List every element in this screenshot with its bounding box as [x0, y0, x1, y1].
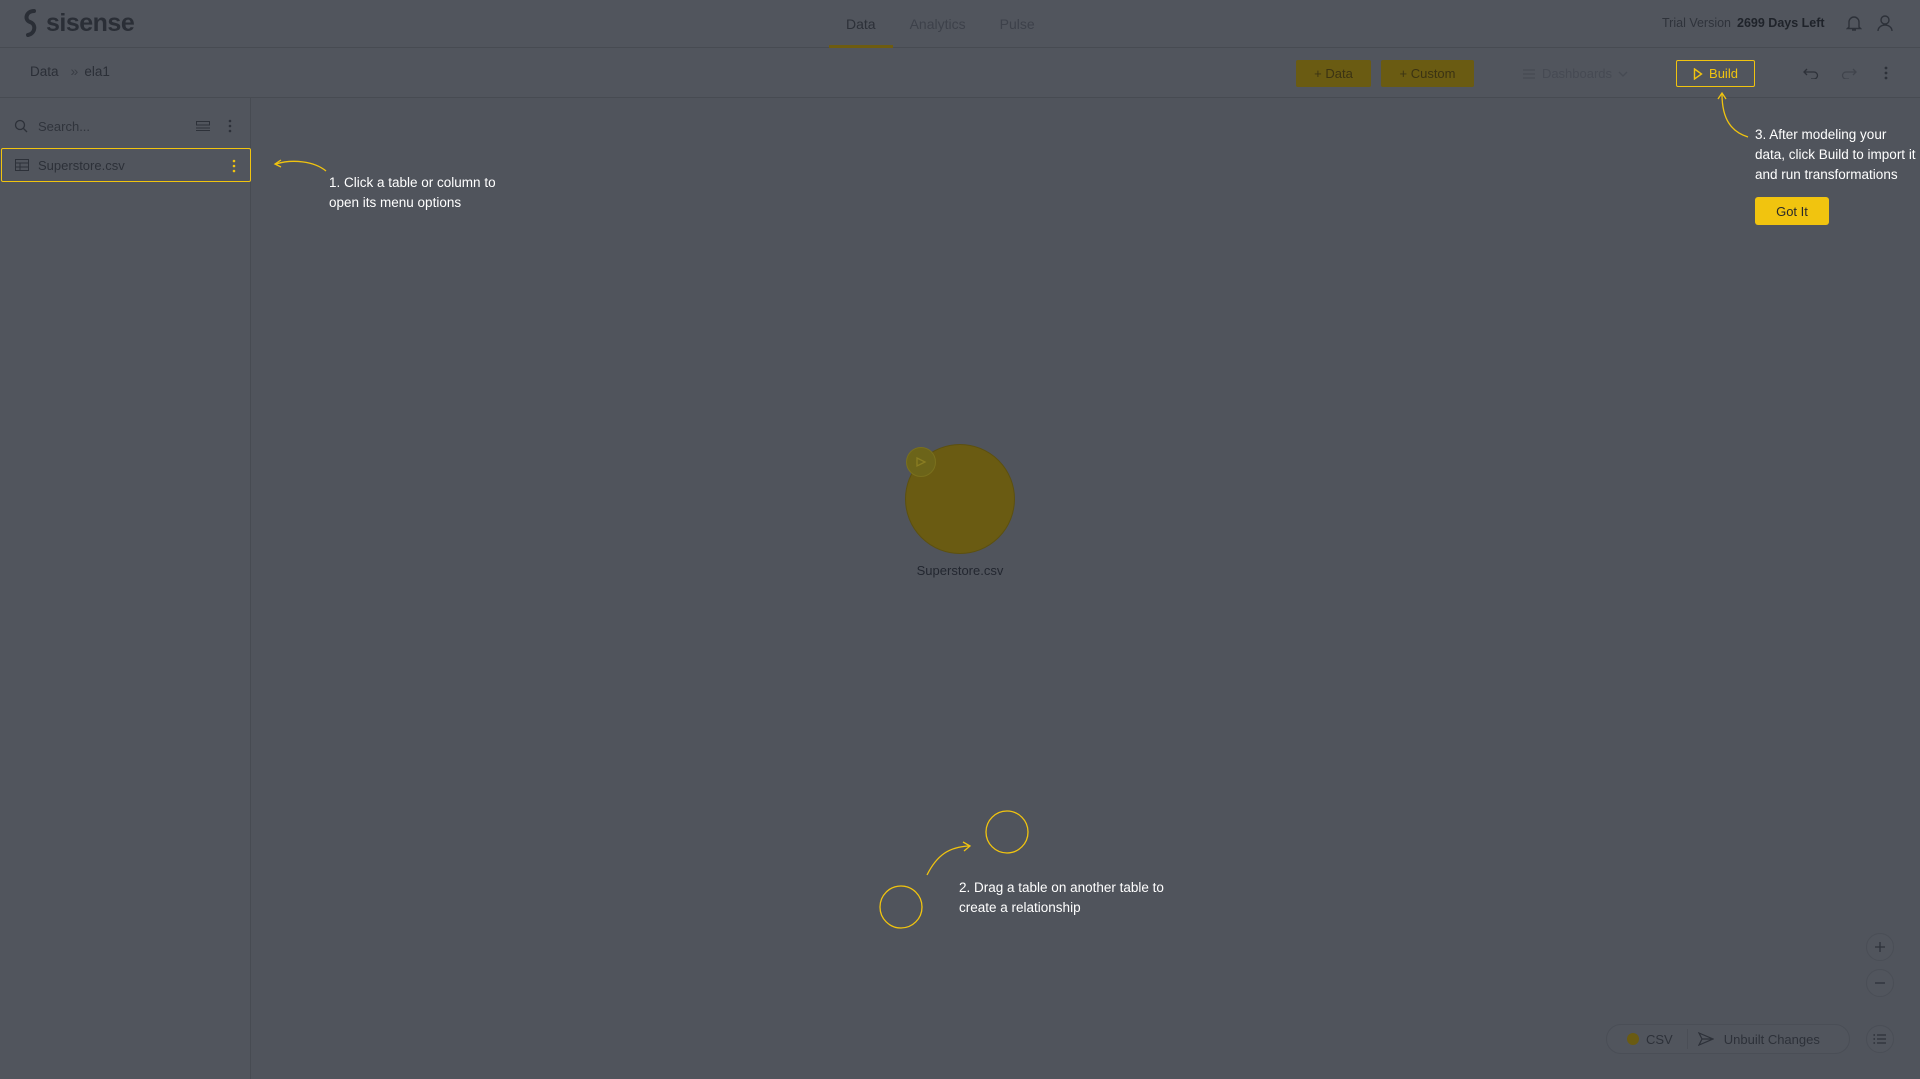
- dashboards-icon: [1522, 68, 1535, 79]
- breadcrumb-separator: »: [70, 63, 79, 79]
- bell-icon[interactable]: [1844, 12, 1864, 34]
- node-badge-icon: [906, 447, 936, 477]
- collapse-list-icon[interactable]: [195, 118, 211, 134]
- table-item-label: Superstore.csv: [38, 157, 125, 173]
- send-icon: [1697, 1032, 1714, 1046]
- main-nav: Data Analytics Pulse: [829, 0, 1052, 48]
- model-canvas[interactable]: [252, 98, 1920, 1079]
- trial-info: Trial Version 2699 Days Left: [1662, 16, 1825, 30]
- build-label: Build: [1709, 66, 1738, 81]
- add-data-button[interactable]: + Data: [1296, 60, 1371, 87]
- hint-build: 3. After modeling your data, click Build…: [1755, 127, 1916, 182]
- minus-icon: [1875, 982, 1885, 984]
- breadcrumb-current: ela1: [84, 63, 110, 79]
- hint1-arrow-icon: [273, 159, 327, 172]
- model-toolbar: Data » ela1 + Data + Custom Dashboards B…: [0, 48, 1920, 98]
- breadcrumb-root[interactable]: Data: [30, 64, 59, 79]
- nav-tab-data[interactable]: Data: [829, 0, 893, 48]
- undo-icon[interactable]: [1799, 61, 1823, 85]
- add-custom-button[interactable]: + Custom: [1381, 60, 1474, 87]
- sisense-logo[interactable]: sisense: [20, 8, 135, 38]
- source-label[interactable]: CSV: [1646, 1032, 1673, 1047]
- unbuilt-changes-label[interactable]: Unbuilt Changes: [1724, 1032, 1820, 1047]
- user-icon[interactable]: [1874, 12, 1896, 34]
- breadcrumb: Data » ela1: [30, 63, 110, 79]
- dashboards-dropdown[interactable]: Dashboards: [1515, 60, 1635, 87]
- trial-days: 2699 Days Left: [1737, 16, 1825, 30]
- build-button[interactable]: Build: [1676, 60, 1755, 87]
- sidebar-table-item[interactable]: Superstore.csv: [1, 148, 251, 182]
- search-icon: [14, 119, 28, 133]
- nav-tab-pulse[interactable]: Pulse: [983, 0, 1052, 48]
- redo-icon[interactable]: [1837, 61, 1861, 85]
- chevron-down-icon: [1618, 71, 1628, 77]
- status-divider: [1686, 1029, 1688, 1049]
- play-icon: [1693, 67, 1703, 80]
- sisense-logo-icon: [24, 9, 37, 37]
- trial-label: Trial Version: [1662, 16, 1732, 30]
- zoom-out-button[interactable]: [1866, 969, 1894, 997]
- hint3-arrow-icon: [1717, 91, 1749, 138]
- search-bar: [14, 114, 244, 138]
- hint-drag-table: 2. Drag a table on another table to crea…: [959, 880, 1164, 915]
- zoom-in-button[interactable]: [1866, 933, 1894, 961]
- list-icon: [1873, 1034, 1886, 1044]
- table-node-label: Superstore.csv: [916, 563, 1004, 578]
- status-bar: CSV Unbuilt Changes: [1606, 1024, 1850, 1054]
- tables-sidebar: Superstore.csv: [0, 98, 251, 1079]
- nav-tab-analytics[interactable]: Analytics: [893, 0, 983, 48]
- logo-text: sisense: [46, 8, 135, 37]
- table-item-more-icon[interactable]: [227, 158, 241, 174]
- sidebar-more-icon[interactable]: [222, 118, 238, 134]
- hint-click-table: 1. Click a table or column to open its m…: [329, 175, 496, 210]
- got-it-button[interactable]: Got It: [1755, 197, 1829, 225]
- csv-status-dot: [1627, 1033, 1639, 1045]
- top-navigation-bar: sisense Data Analytics Pulse Trial Versi…: [0, 0, 1920, 48]
- plus-icon: [1875, 942, 1885, 952]
- search-input[interactable]: [38, 118, 178, 134]
- dashboards-label: Dashboards: [1541, 66, 1613, 81]
- table-icon: [15, 159, 29, 171]
- list-view-button[interactable]: [1866, 1025, 1894, 1053]
- more-vertical-icon[interactable]: [1876, 61, 1896, 85]
